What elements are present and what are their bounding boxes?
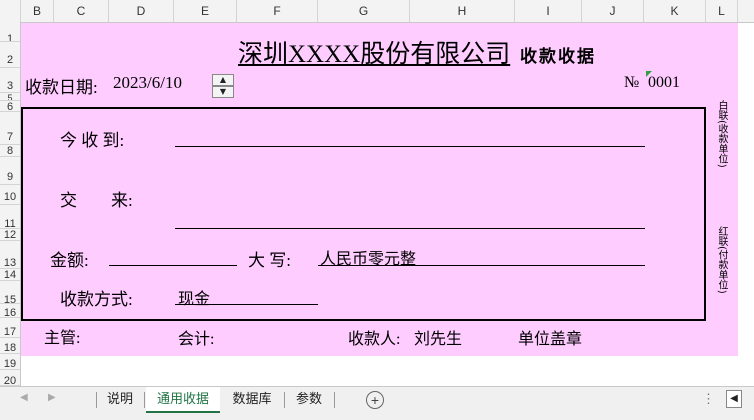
payee-value[interactable]: 刘先生 [414,325,462,349]
payment-method-field[interactable] [175,304,318,305]
column-header-f[interactable]: F [237,0,318,22]
receive-from-label: 今 收 到: [60,131,125,150]
row-header-5[interactable]: 5 [0,93,20,101]
row-header-bar: 1 2 3 5 6 7 8 9 10 11 12 13 14 15 16 17 … [0,22,21,386]
capital-amount-field[interactable] [318,265,645,266]
tab-separator [334,392,335,408]
date-label: 收款日期: [25,78,98,97]
payee-label: 收款人: [348,331,401,348]
row-header-10[interactable]: 10 [0,185,20,205]
more-options-icon[interactable]: ⋮ [702,391,715,407]
row-header-19[interactable]: 19 [0,354,20,370]
date-spin-up-button[interactable]: ▲ [212,74,234,86]
payment-method-label: 收款方式: [60,290,133,309]
side-note-white-copy: 白联(收款单位) [716,100,727,168]
stamp-label: 单位盖章 [518,331,583,348]
capital-amount-label: 大 写: [248,251,291,270]
row-header-6[interactable]: 6 [0,101,20,112]
receipt-title[interactable]: 收款收据 [520,42,596,67]
column-header-g[interactable]: G [318,0,410,22]
column-header-c[interactable]: C [54,0,109,22]
row-header-7[interactable]: 7 [0,112,20,145]
row-header-3[interactable]: 3 [0,68,20,93]
row-header-11[interactable]: 11 [0,205,20,229]
supervisor-label: 主管: [44,330,81,347]
row-header-2[interactable]: 2 [0,42,20,68]
column-header-h[interactable]: H [410,0,515,22]
column-header-e[interactable]: E [174,0,237,22]
tab-parameters[interactable]: 参数 [288,387,330,413]
receipt-number[interactable]: 0001 [648,74,680,92]
accountant-label: 会计: [178,331,215,348]
row-header-20[interactable]: 20 [0,370,20,386]
company-name[interactable]: 深圳XXXX股份有限公司 [238,34,510,70]
tab-instructions[interactable]: 说明 [100,387,140,413]
scroll-tabs-left-icon[interactable]: ◀ [20,392,28,403]
date-spin-down-button[interactable]: ▼ [212,86,234,98]
row-header-9[interactable]: 9 [0,157,20,185]
payment-method-value[interactable]: 现金 [178,285,210,309]
tab-database[interactable]: 数据库 [224,387,280,413]
date-value[interactable]: 2023/6/10 [113,73,182,93]
receive-from-field[interactable] [175,146,645,147]
column-header-bar: B C D E F G H I J K L [0,0,754,23]
tab-separator [144,392,145,408]
hscroll-left-button[interactable]: ◀ [726,390,742,408]
pay-for-field[interactable] [175,228,645,229]
row-header-1[interactable]: 1 [0,22,20,42]
tab-separator [96,392,97,408]
select-all-corner[interactable] [0,0,21,22]
column-header-b[interactable]: B [21,0,54,22]
pay-for-label: 交 来: [60,191,133,210]
amount-field[interactable] [109,265,237,266]
column-header-i[interactable]: I [515,0,582,22]
amount-label: 金额: [50,251,89,270]
row-header-17[interactable]: 17 [0,318,20,338]
empty-grid-area[interactable] [21,356,754,386]
column-header-d[interactable]: D [109,0,174,22]
row-header-16[interactable]: 16 [0,304,20,318]
scroll-tabs-right-icon[interactable]: ▶ [48,392,56,403]
side-note-red-copy: 红联(付款单位) [716,226,727,294]
row-header-13[interactable]: 13 [0,241,20,269]
row-header-12[interactable]: 12 [0,229,20,241]
column-header-j[interactable]: J [582,0,644,22]
tab-general-receipt[interactable]: 通用收据 [146,387,220,413]
row-header-18[interactable]: 18 [0,338,20,354]
number-symbol: № [624,74,640,91]
add-sheet-icon[interactable]: + [366,391,384,409]
sheet-tab-bar: ◀ ▶ 说明 通用收据 数据库 参数 + ⋮ ◀ [0,386,754,420]
row-header-14[interactable]: 14 [0,269,20,281]
column-header-k[interactable]: K [644,0,706,22]
row-header-15[interactable]: 15 [0,281,20,304]
column-header-l[interactable]: L [706,0,738,22]
tab-separator [284,392,285,408]
row-header-8[interactable]: 8 [0,145,20,157]
